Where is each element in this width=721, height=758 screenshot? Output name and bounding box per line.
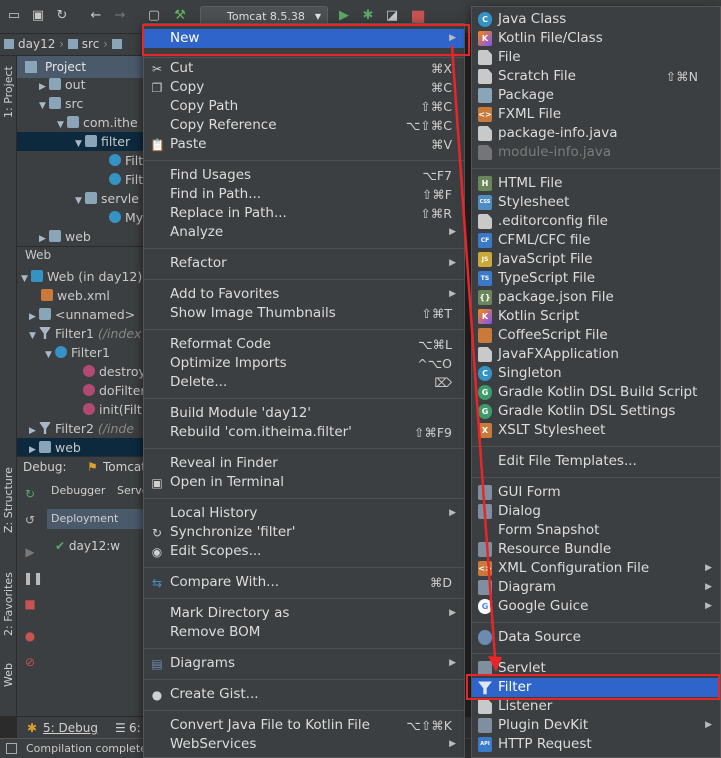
ide-window: ▭ ▣ ↻ ← → ▢ ⚒ Tomcat 8.5.38 ▼ ▶ ✱ ◪ ■ da… xyxy=(0,0,721,758)
annotation-arrow xyxy=(450,45,502,672)
